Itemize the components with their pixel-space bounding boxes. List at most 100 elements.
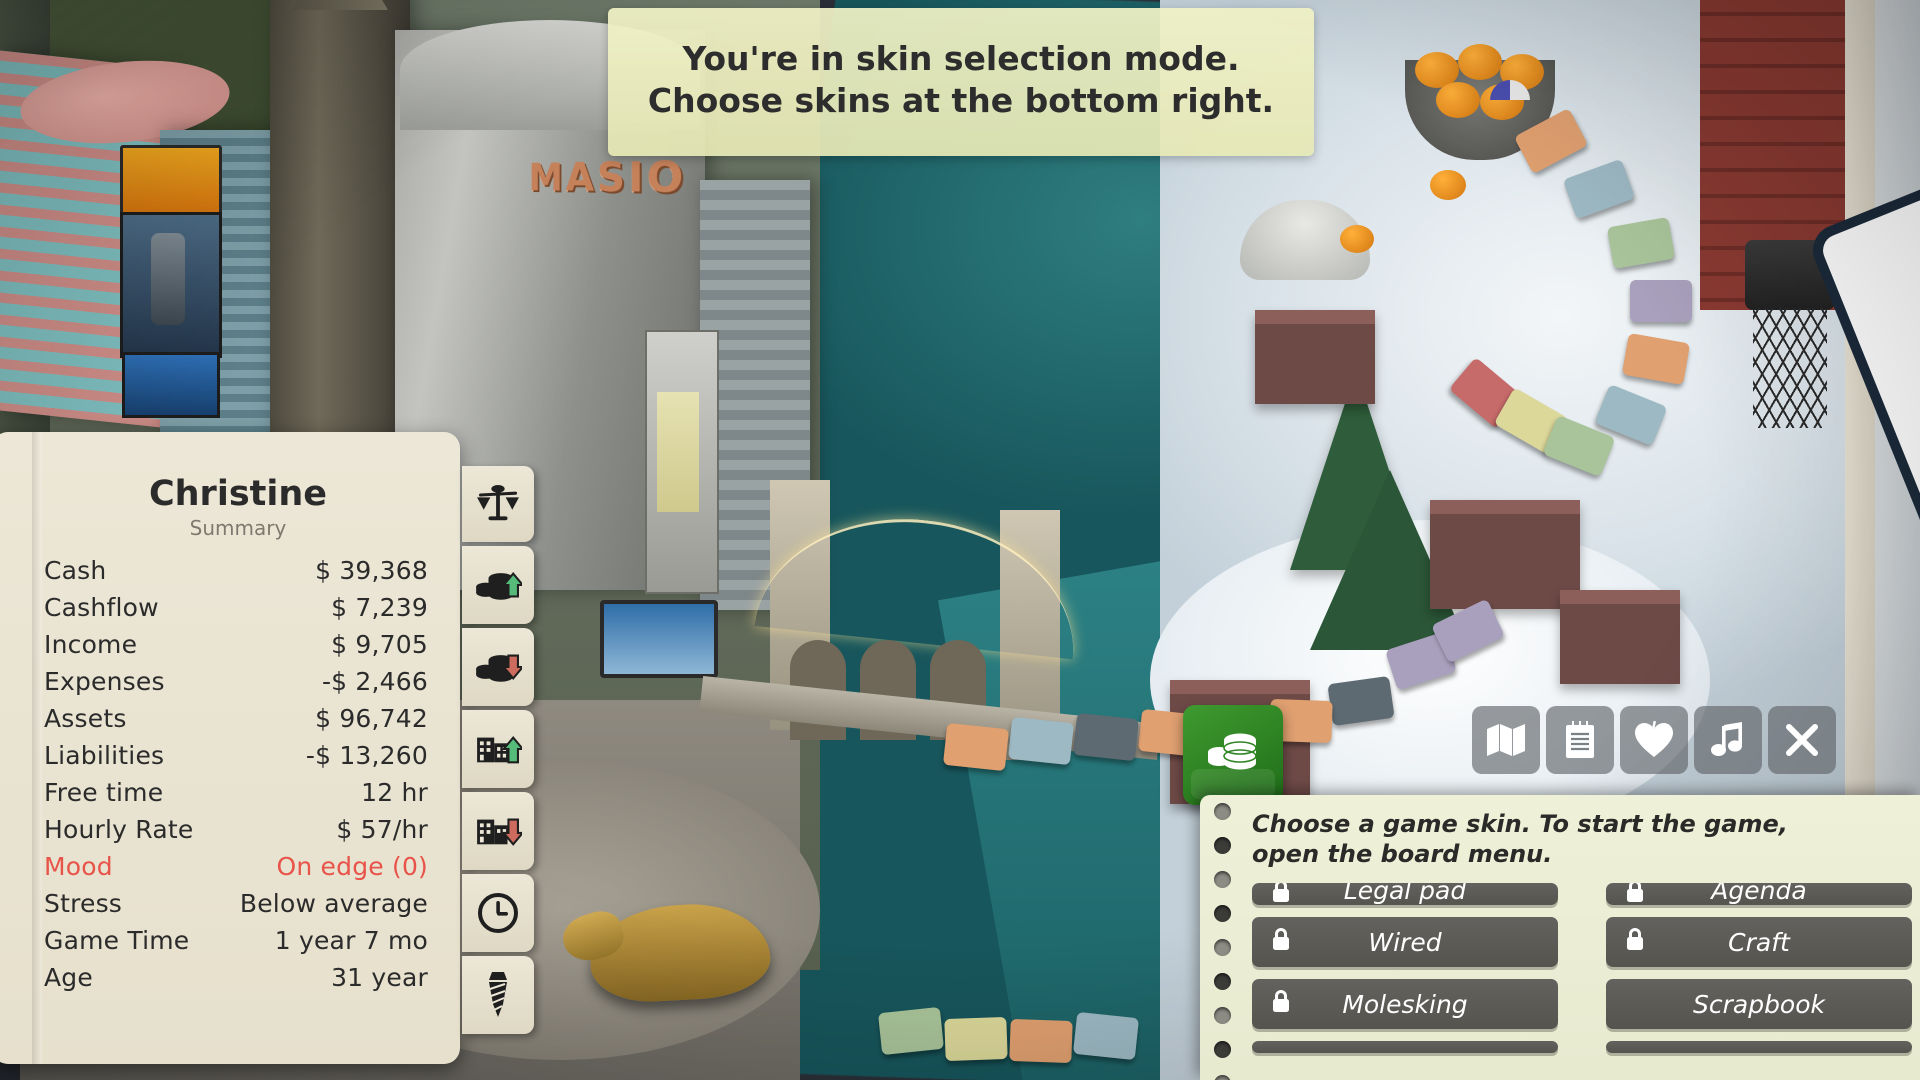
summary-row-label: Mood bbox=[44, 852, 113, 881]
sidebar-item-liabilities[interactable] bbox=[462, 792, 534, 870]
lock-icon bbox=[1624, 926, 1646, 958]
summary-row-label: Free time bbox=[44, 778, 164, 807]
heart-icon bbox=[1634, 721, 1674, 759]
clock-icon bbox=[476, 891, 520, 935]
summary-row-label: Expenses bbox=[44, 667, 165, 696]
board-tile bbox=[942, 722, 1010, 772]
music-icon bbox=[1710, 721, 1746, 759]
punch-hole bbox=[1214, 871, 1231, 888]
summary-row: Assets $ 96,742 bbox=[36, 700, 430, 737]
sidebar-item-expenses[interactable] bbox=[462, 628, 534, 706]
lock-icon bbox=[1270, 926, 1292, 958]
tall-street-sign bbox=[645, 330, 719, 594]
board-tile bbox=[1327, 675, 1395, 727]
summary-row: Cash $ 39,368 bbox=[36, 552, 430, 589]
pumpkin bbox=[1436, 82, 1480, 118]
summary-row-label: Cashflow bbox=[44, 593, 159, 622]
sidebar-item-summary[interactable] bbox=[462, 466, 534, 542]
summary-row-label: Game Time bbox=[44, 926, 190, 955]
skin-option-button[interactable]: Scrapbook bbox=[1606, 979, 1912, 1029]
punch-hole bbox=[1214, 905, 1231, 922]
building-down-icon bbox=[474, 812, 522, 850]
summary-row-value: $ 96,742 bbox=[315, 704, 428, 733]
skin-option-button[interactable]: Legal pad bbox=[1252, 883, 1558, 905]
music-button[interactable] bbox=[1694, 706, 1762, 774]
punch-hole bbox=[1214, 973, 1231, 990]
summary-row: Expenses -$ 2,466 bbox=[36, 663, 430, 700]
summary-row: Cashflow $ 7,239 bbox=[36, 589, 430, 626]
summary-rows: Cash $ 39,368 Cashflow $ 7,239 Income $ 9,705… bbox=[36, 552, 430, 996]
movie-poster bbox=[120, 212, 222, 358]
billboard bbox=[120, 145, 222, 221]
punch-hole bbox=[1214, 1075, 1231, 1080]
summary-row: Age 31 year bbox=[36, 959, 430, 996]
summary-row-label: Age bbox=[44, 963, 93, 992]
coin-stack-icon bbox=[1203, 726, 1263, 785]
punch-hole bbox=[1214, 939, 1231, 956]
summary-row-value: $ 39,368 bbox=[315, 556, 428, 585]
summary-row-label: Income bbox=[44, 630, 138, 659]
summary-row-value: -$ 13,260 bbox=[305, 741, 428, 770]
summary-row: Income $ 9,705 bbox=[36, 626, 430, 663]
map-button[interactable] bbox=[1472, 706, 1540, 774]
close-button[interactable] bbox=[1768, 706, 1836, 774]
board-tile bbox=[1007, 716, 1075, 766]
snow-house bbox=[1560, 590, 1680, 684]
sidebar-item-time[interactable] bbox=[462, 874, 534, 952]
skin-option-button[interactable]: Agenda bbox=[1606, 883, 1912, 905]
sidebar-item-assets[interactable] bbox=[462, 710, 534, 788]
panel-subtitle: Summary bbox=[189, 516, 287, 540]
summary-row: Liabilities -$ 13,260 bbox=[36, 737, 430, 774]
skin-option-button[interactable] bbox=[1606, 1041, 1912, 1053]
board-tile bbox=[1009, 1018, 1073, 1064]
stats-tab-rail bbox=[462, 466, 534, 1038]
sidebar-item-career[interactable] bbox=[462, 956, 534, 1034]
notes-button[interactable] bbox=[1546, 706, 1614, 774]
skin-option-label: Craft bbox=[1728, 927, 1790, 957]
summary-row: Hourly Rate $ 57/hr bbox=[36, 811, 430, 848]
board-tile bbox=[944, 1016, 1008, 1062]
skin-option-label: Scrapbook bbox=[1692, 989, 1826, 1019]
lock-icon bbox=[1270, 988, 1292, 1020]
board-tile bbox=[1072, 1011, 1140, 1061]
summary-row-value: $ 57/hr bbox=[336, 815, 428, 844]
punch-hole bbox=[1214, 837, 1231, 854]
summary-row-label: Cash bbox=[44, 556, 107, 585]
skin-option-button[interactable]: Molesking bbox=[1252, 979, 1558, 1029]
balance-scale-icon bbox=[475, 484, 521, 524]
coins-up-icon bbox=[474, 566, 522, 604]
snow-house bbox=[1430, 500, 1580, 609]
summary-row-label: Liabilities bbox=[44, 741, 165, 770]
health-button[interactable] bbox=[1620, 706, 1688, 774]
skin-option-button[interactable]: Craft bbox=[1606, 917, 1912, 967]
bottom-right-toolbar bbox=[1472, 706, 1836, 774]
skin-option-label: Molesking bbox=[1342, 989, 1468, 1019]
skin-option-button[interactable] bbox=[1252, 1041, 1558, 1053]
snow-house bbox=[1255, 310, 1375, 404]
notice-text: You're in skin selection mode. Choose sk… bbox=[647, 39, 1275, 121]
skin-mode-notice: You're in skin selection mode. Choose sk… bbox=[608, 8, 1314, 157]
lock-icon bbox=[1624, 883, 1646, 905]
lock-icon bbox=[1270, 883, 1292, 905]
summary-row-label: Stress bbox=[44, 889, 123, 918]
summary-row-value: 12 hr bbox=[361, 778, 428, 807]
summary-row-label: Assets bbox=[44, 704, 127, 733]
summary-row: Free time 12 hr bbox=[36, 774, 430, 811]
sidebar-item-income[interactable] bbox=[462, 546, 534, 624]
skin-option-label: Wired bbox=[1368, 927, 1442, 957]
summary-row: Mood On edge (0) bbox=[36, 848, 430, 885]
pumpkin bbox=[1340, 225, 1374, 253]
skin-chooser-hint: Choose a game skin. To start the game, o… bbox=[1252, 810, 1788, 868]
current-skin-badge[interactable] bbox=[1183, 705, 1283, 805]
summary-row-value: Below average bbox=[239, 889, 428, 918]
summary-row-value: 1 year 7 mo bbox=[274, 926, 428, 955]
skin-button-grid: Legal pad Agenda Wired Craft Molesking Scrapb… bbox=[1252, 883, 1912, 1053]
player-name: Christine bbox=[148, 474, 328, 514]
punch-hole bbox=[1214, 1007, 1231, 1024]
coins-down-icon bbox=[474, 648, 522, 686]
pumpkin bbox=[1458, 44, 1502, 80]
player-summary-panel: Christine Summary Cash $ 39,368 Cashflow $ … bbox=[0, 432, 460, 1064]
necktie-icon bbox=[481, 971, 515, 1019]
summary-row-value: $ 7,239 bbox=[331, 593, 428, 622]
skin-option-button[interactable]: Wired bbox=[1252, 917, 1558, 967]
